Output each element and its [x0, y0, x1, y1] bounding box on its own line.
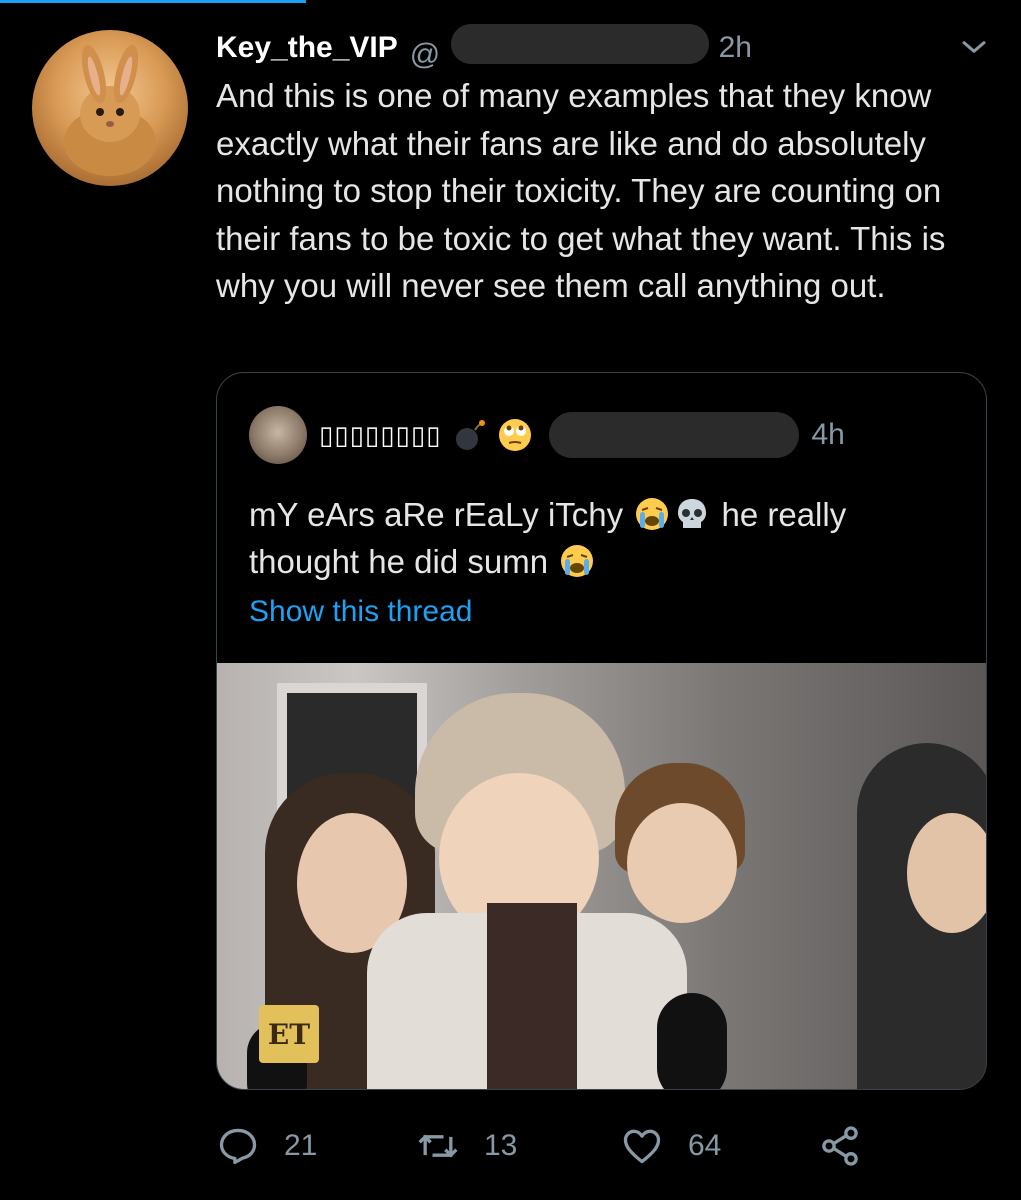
quoted-display-name: ▯▯▯▯▯▯▯▯: [319, 419, 442, 450]
quoted-tweet[interactable]: ▯▯▯▯▯▯▯▯ 4h mY eArs aRe rEaLy iTchy he r…: [216, 372, 987, 1090]
heart-icon: [623, 1129, 661, 1164]
tweet-text: And this is one of many examples that th…: [216, 77, 946, 304]
timeline-indicator: [0, 0, 306, 3]
tweet-actions: 21 13 64: [216, 1118, 876, 1174]
bomb-icon: [456, 420, 486, 450]
tweet[interactable]: Key_the_VIP @ 2h And this is one of many…: [0, 0, 1021, 1200]
quoted-tweet-header: ▯▯▯▯▯▯▯▯ 4h: [249, 405, 954, 465]
handle[interactable]: @: [410, 24, 709, 72]
loudly-crying-face-icon: [636, 498, 669, 530]
tweet-header: Key_the_VIP @ 2h: [216, 24, 991, 72]
loudly-crying-face-icon: [561, 545, 594, 577]
media-person-far-right-face: [907, 813, 986, 933]
show-thread-link[interactable]: Show this thread: [249, 595, 472, 629]
media-person-right-face: [627, 803, 737, 923]
like-count: 64: [688, 1129, 722, 1162]
like-button[interactable]: 64: [620, 1118, 721, 1174]
quoted-avatar: [249, 406, 307, 464]
et-watermark-logo: ET: [259, 1005, 319, 1063]
share-icon: [822, 1126, 858, 1166]
retweet-icon: [418, 1134, 458, 1158]
retweet-button[interactable]: 13: [416, 1118, 517, 1174]
bunny-avatar-image: [64, 44, 156, 176]
reply-count: 21: [284, 1129, 318, 1162]
media-person-center-turtleneck: [487, 903, 577, 1089]
avatar[interactable]: [32, 30, 188, 186]
reply-icon: [219, 1128, 257, 1165]
redacted-handle: [450, 24, 709, 64]
chevron-down-icon[interactable]: [957, 30, 991, 64]
quoted-timestamp: 4h: [811, 418, 845, 451]
share-button[interactable]: [818, 1118, 862, 1174]
redacted-quoted-handle: [549, 412, 800, 458]
display-name[interactable]: Key_the_VIP: [216, 31, 398, 65]
retweet-count: 13: [484, 1129, 518, 1162]
timestamp[interactable]: 2h: [719, 31, 752, 65]
skull-icon: [678, 499, 707, 528]
reply-button[interactable]: 21: [216, 1118, 317, 1174]
quoted-media-video[interactable]: ET: [217, 663, 986, 1089]
quoted-text-part1: mY eArs aRe rEaLy iTchy: [249, 496, 624, 533]
quoted-tweet-text: mY eArs aRe rEaLy iTchy he really though…: [249, 491, 949, 585]
media-microphone-right: [657, 993, 727, 1089]
handle-prefix: @: [409, 38, 441, 71]
face-with-rolling-eyes-icon: [499, 419, 532, 451]
